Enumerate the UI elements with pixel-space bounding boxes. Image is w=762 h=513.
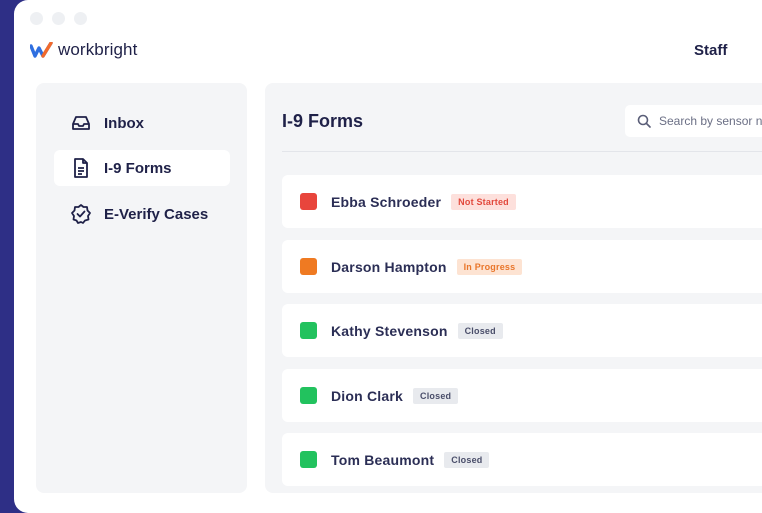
- sidebar-item-label: Inbox: [104, 114, 144, 132]
- list-item[interactable]: Darson Hampton In Progress: [282, 240, 762, 293]
- verified-badge-icon: [70, 203, 92, 225]
- employee-name: Darson Hampton: [331, 258, 447, 275]
- status-badge: Not Started: [451, 193, 516, 210]
- employee-name: Dion Clark: [331, 387, 404, 404]
- status-badge: Closed: [413, 387, 459, 404]
- inbox-icon: [70, 112, 92, 134]
- list-item[interactable]: Ebba Schroeder Not Started: [282, 175, 762, 228]
- status-indicator: [300, 451, 317, 468]
- brand-logo[interactable]: workbright: [30, 40, 137, 60]
- document-icon: [70, 157, 92, 179]
- list-item[interactable]: Dion Clark Closed: [282, 369, 762, 422]
- status-badge: In Progress: [456, 258, 523, 275]
- search-input[interactable]: Search by sensor n: [625, 105, 762, 137]
- divider: [282, 151, 762, 152]
- list-item[interactable]: Kathy Stevenson Closed: [282, 304, 762, 357]
- brand-name: workbright: [58, 40, 138, 59]
- list-item[interactable]: Tom Beaumont Closed: [282, 433, 762, 486]
- workbright-logo-icon: [30, 42, 53, 58]
- window-minimize-dot[interactable]: [52, 12, 65, 25]
- status-badge: Closed: [444, 451, 490, 468]
- window-close-dot[interactable]: [30, 12, 43, 25]
- status-indicator: [300, 193, 317, 210]
- sidebar: Inbox I-9 Forms E-Verify Cases: [36, 83, 247, 493]
- app-window: workbright Staff Inbox I-9 Forms E-Verif…: [14, 0, 762, 513]
- page-title: I-9 Forms: [282, 111, 364, 131]
- employee-name: Tom Beaumont: [331, 451, 435, 468]
- status-indicator: [300, 322, 317, 339]
- window-controls: [30, 12, 87, 25]
- search-icon: [637, 114, 651, 128]
- window-maximize-dot[interactable]: [74, 12, 87, 25]
- staff-menu[interactable]: Staff: [694, 42, 727, 59]
- main-panel: I-9 Forms Search by sensor n Ebba Schroe…: [265, 83, 762, 493]
- employee-name: Kathy Stevenson: [331, 322, 448, 339]
- sidebar-item-e-verify-cases[interactable]: E-Verify Cases: [54, 196, 230, 232]
- sidebar-item-inbox[interactable]: Inbox: [54, 105, 230, 141]
- status-indicator: [300, 258, 317, 275]
- employee-name: Ebba Schroeder: [331, 193, 442, 210]
- status-badge: Closed: [457, 322, 503, 339]
- status-indicator: [300, 387, 317, 404]
- sidebar-item-label: I-9 Forms: [104, 159, 172, 177]
- search-placeholder: Search by sensor n: [659, 114, 762, 128]
- sidebar-item-i9-forms[interactable]: I-9 Forms: [54, 150, 230, 186]
- sidebar-item-label: E-Verify Cases: [104, 205, 209, 223]
